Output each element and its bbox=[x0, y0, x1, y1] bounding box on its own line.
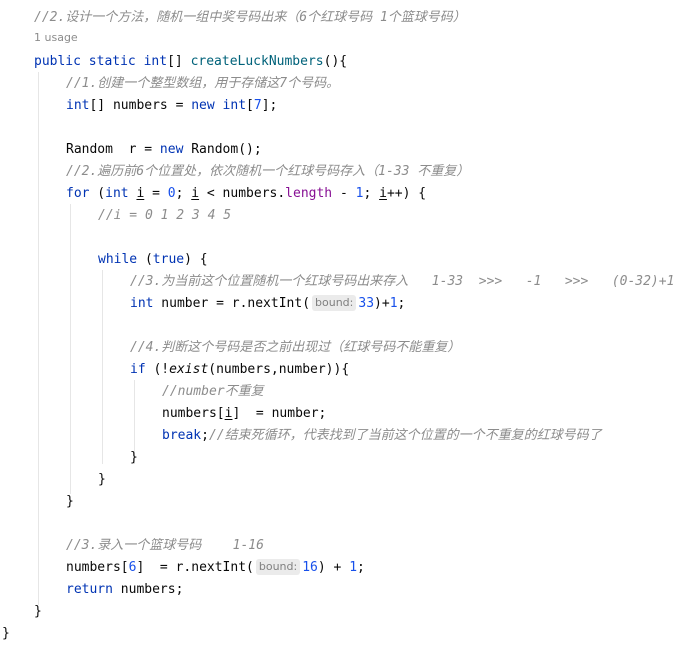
code-text: number = r.nextInt( bbox=[153, 296, 311, 311]
number-literal: 7 bbox=[253, 98, 262, 113]
code-line[interactable]: int number = r.nextInt(bound: 33)+1; bbox=[130, 293, 405, 315]
code-text: ; bbox=[397, 296, 406, 311]
method-name: createLuckNumbers bbox=[190, 54, 324, 69]
number-literal: 1 bbox=[349, 560, 358, 575]
number-literal: 16 bbox=[302, 560, 318, 575]
parameter-hint: bound: bbox=[312, 295, 357, 311]
code-line[interactable]: int[] numbers = new int[7]; bbox=[66, 95, 277, 117]
code-line[interactable]: Random r = new Random(); bbox=[66, 139, 262, 161]
code-line[interactable]: //2.设计一个方法，随机一组中奖号码出来（6个红球号码 1个篮球号码） bbox=[34, 7, 466, 29]
code-line[interactable]: //2.遍历前6个位置处，依次随机一个红球号码存入（1-33 不重复） bbox=[66, 161, 469, 183]
keyword: if bbox=[130, 362, 146, 377]
brace: } bbox=[130, 450, 138, 465]
comment: //number不重复 bbox=[162, 384, 264, 399]
code-line[interactable]: return numbers; bbox=[66, 579, 183, 601]
keyword: int bbox=[105, 186, 129, 201]
code-text: ( bbox=[89, 186, 106, 201]
comment: //结束死循环，代表找到了当前这个位置的一个不重复的红球号码了 bbox=[208, 428, 602, 443]
code-text: Random r = bbox=[66, 142, 160, 157]
code-text: (numbers,number)){ bbox=[208, 362, 350, 377]
method-call: exist bbox=[169, 362, 209, 377]
code-line[interactable]: numbers[6] = r.nextInt(bound: 16) + 1; bbox=[66, 557, 365, 579]
keyword: for bbox=[66, 186, 90, 201]
code-text: ; bbox=[175, 186, 192, 201]
keyword: return bbox=[66, 582, 113, 597]
code-line[interactable]: if (!exist(numbers,number)){ bbox=[130, 359, 349, 381]
code-text: ; bbox=[357, 560, 365, 575]
code-line[interactable]: //3.为当前这个位置随机一个红球号码出来存入 1-33 >>> -1 >>> … bbox=[130, 271, 674, 293]
indent-guide bbox=[102, 270, 103, 464]
code-text: [] bbox=[167, 54, 191, 69]
code-text: = bbox=[144, 186, 168, 201]
code-text: ] = r.nextInt( bbox=[136, 560, 254, 575]
code-text: (){ bbox=[323, 54, 348, 69]
usage-link[interactable]: 1 usage bbox=[34, 31, 78, 44]
keyword: new bbox=[159, 142, 184, 157]
code-line[interactable]: } bbox=[2, 623, 10, 645]
code-text: ( bbox=[137, 252, 153, 267]
comment: //3.录入一个篮球号码 1-16 bbox=[66, 538, 264, 553]
keyword: int bbox=[130, 296, 154, 311]
variable: i bbox=[191, 186, 200, 201]
variable: i bbox=[379, 186, 387, 201]
indent-guide bbox=[70, 204, 71, 494]
code-text: - bbox=[332, 186, 356, 201]
code-line[interactable]: for (int i = 0; i < numbers.length - 1; … bbox=[66, 183, 426, 205]
keyword: int bbox=[66, 98, 90, 113]
code-text: ) + bbox=[317, 560, 350, 575]
code-line[interactable]: //3.录入一个篮球号码 1-16 bbox=[66, 535, 264, 557]
comment: //1.创建一个整型数组，用于存储这7个号码。 bbox=[66, 76, 340, 91]
code-text: ++) { bbox=[386, 186, 427, 201]
number-literal: 33 bbox=[358, 296, 375, 311]
brace: } bbox=[66, 494, 74, 509]
code-line[interactable]: } bbox=[66, 491, 74, 513]
number-literal: 0 bbox=[167, 186, 176, 201]
code-line[interactable]: //4.判断这个号码是否之前出现过（红球号码不能重复） bbox=[130, 337, 460, 359]
code-text: numbers[ bbox=[66, 560, 129, 575]
code-text: ] = number; bbox=[232, 406, 327, 421]
code-text: < numbers. bbox=[199, 186, 286, 201]
field: length bbox=[285, 186, 333, 201]
code-text: ) { bbox=[184, 252, 208, 267]
keyword: true bbox=[152, 252, 185, 267]
code-text: [] numbers = bbox=[89, 98, 192, 113]
comment: //i = 0 1 2 3 4 5 bbox=[98, 208, 232, 223]
code-line[interactable]: } bbox=[130, 447, 138, 469]
code-line[interactable]: //1.创建一个整型数组，用于存储这7个号码。 bbox=[66, 73, 339, 95]
keyword: new bbox=[191, 98, 215, 113]
code-text: Random(); bbox=[183, 142, 262, 157]
code-line[interactable]: } bbox=[98, 469, 106, 491]
brace: } bbox=[98, 472, 106, 487]
comment: //2.设计一个方法，随机一组中奖号码出来（6个红球号码 1个篮球号码） bbox=[34, 10, 466, 25]
code-text: numbers[ bbox=[162, 406, 225, 421]
code-line[interactable]: //number不重复 bbox=[162, 381, 264, 403]
keyword: public bbox=[34, 54, 81, 69]
brace: } bbox=[34, 604, 42, 619]
indent-guide bbox=[38, 72, 39, 605]
code-text: ]; bbox=[261, 98, 278, 113]
comment: //2.遍历前6个位置处，依次随机一个红球号码存入（1-33 不重复） bbox=[66, 164, 470, 179]
code-line[interactable]: break;//结束死循环，代表找到了当前这个位置的一个不重复的红球号码了 bbox=[162, 425, 602, 447]
brace: } bbox=[2, 626, 10, 641]
keyword: int bbox=[143, 54, 168, 69]
code-line[interactable]: } bbox=[34, 601, 42, 623]
code-text: numbers; bbox=[112, 582, 184, 597]
parameter-hint: bound: bbox=[255, 559, 301, 575]
code-text: )+ bbox=[374, 296, 390, 311]
code-text: (! bbox=[145, 362, 170, 377]
keyword: break bbox=[162, 428, 202, 443]
code-line[interactable]: public static int[] createLuckNumbers(){ bbox=[34, 51, 347, 73]
code-line[interactable]: numbers[i] = number; bbox=[162, 403, 326, 425]
code-line[interactable]: while (true) { bbox=[98, 249, 208, 271]
keyword: while bbox=[98, 252, 138, 267]
code-line[interactable]: //i = 0 1 2 3 4 5 bbox=[98, 205, 231, 227]
keyword: static bbox=[88, 54, 136, 69]
code-text: ; bbox=[201, 428, 209, 443]
comment: //3.为当前这个位置随机一个红球号码出来存入 1-33 >>> -1 >>> … bbox=[130, 274, 675, 289]
code-text: ; bbox=[363, 186, 380, 201]
comment: //4.判断这个号码是否之前出现过（红球号码不能重复） bbox=[130, 340, 461, 355]
number-literal: 1 bbox=[389, 296, 398, 311]
keyword: int bbox=[222, 98, 247, 113]
